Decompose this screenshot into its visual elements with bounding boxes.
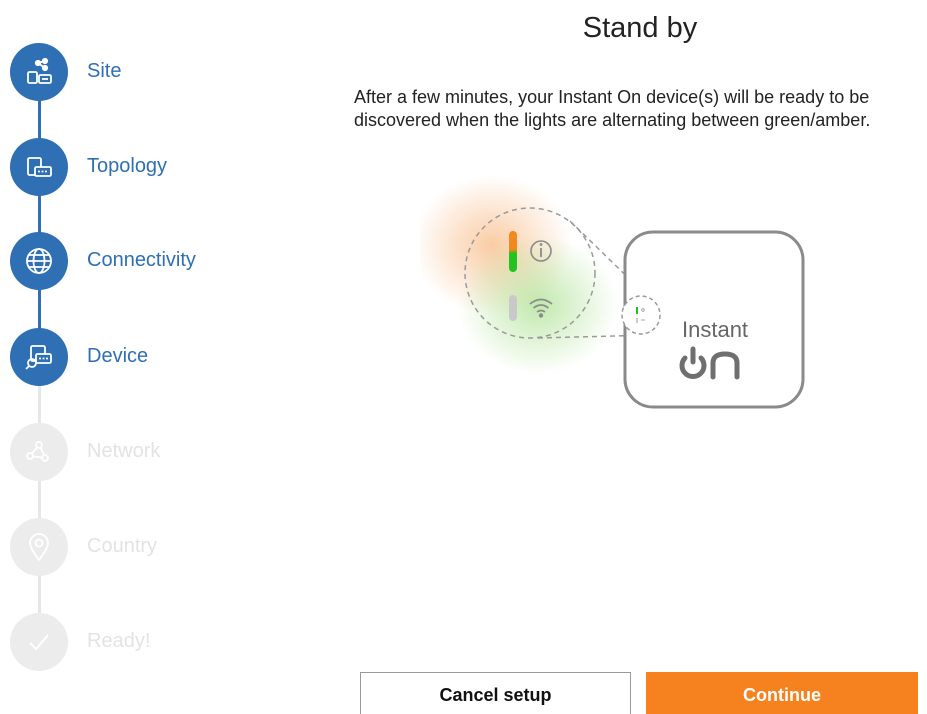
step-connectivity[interactable]: Connectivity: [10, 232, 330, 290]
device-led-illustration: Instant: [412, 175, 840, 425]
device-brand-text: Instant: [682, 317, 749, 342]
step-site[interactable]: Site: [10, 43, 330, 101]
step-label-device: Device: [87, 345, 149, 367]
step-ready[interactable]: Ready!: [10, 613, 330, 671]
setup-stepper: Site Topology Connectivity Device Networ…: [0, 0, 330, 714]
cancel-setup-button[interactable]: Cancel setup: [360, 672, 631, 714]
network-icon: [10, 423, 68, 481]
stepper-remaining-line: [38, 357, 41, 642]
device-led-zoom-spot: [621, 295, 661, 335]
step-label-site: Site: [87, 60, 122, 82]
step-topology[interactable]: Topology: [10, 138, 330, 196]
step-network[interactable]: Network: [10, 423, 330, 481]
site-icon: [10, 43, 68, 101]
wifi-led: [509, 295, 517, 321]
device-search-icon: [10, 328, 68, 386]
step-country[interactable]: Country: [10, 518, 330, 576]
checkmark-icon: [10, 613, 68, 671]
setup-wizard: Site Topology Connectivity Device Networ…: [0, 0, 927, 714]
globe-icon: [10, 232, 68, 290]
step-label-country: Country: [87, 535, 158, 557]
step-label-topology: Topology: [87, 155, 168, 177]
status-led: [509, 231, 517, 272]
topology-icon: [10, 138, 68, 196]
map-pin-icon: [10, 518, 68, 576]
step-device[interactable]: Device: [10, 328, 330, 386]
continue-button[interactable]: Continue: [646, 672, 918, 714]
step-label-network: Network: [87, 440, 161, 462]
step-label-connectivity: Connectivity: [87, 249, 196, 271]
step-label-ready: Ready!: [87, 630, 151, 652]
instruction-text: After a few minutes, your Instant On dev…: [354, 87, 871, 130]
stepper-progress-line: [38, 72, 41, 357]
page-title: Stand by: [582, 12, 698, 44]
